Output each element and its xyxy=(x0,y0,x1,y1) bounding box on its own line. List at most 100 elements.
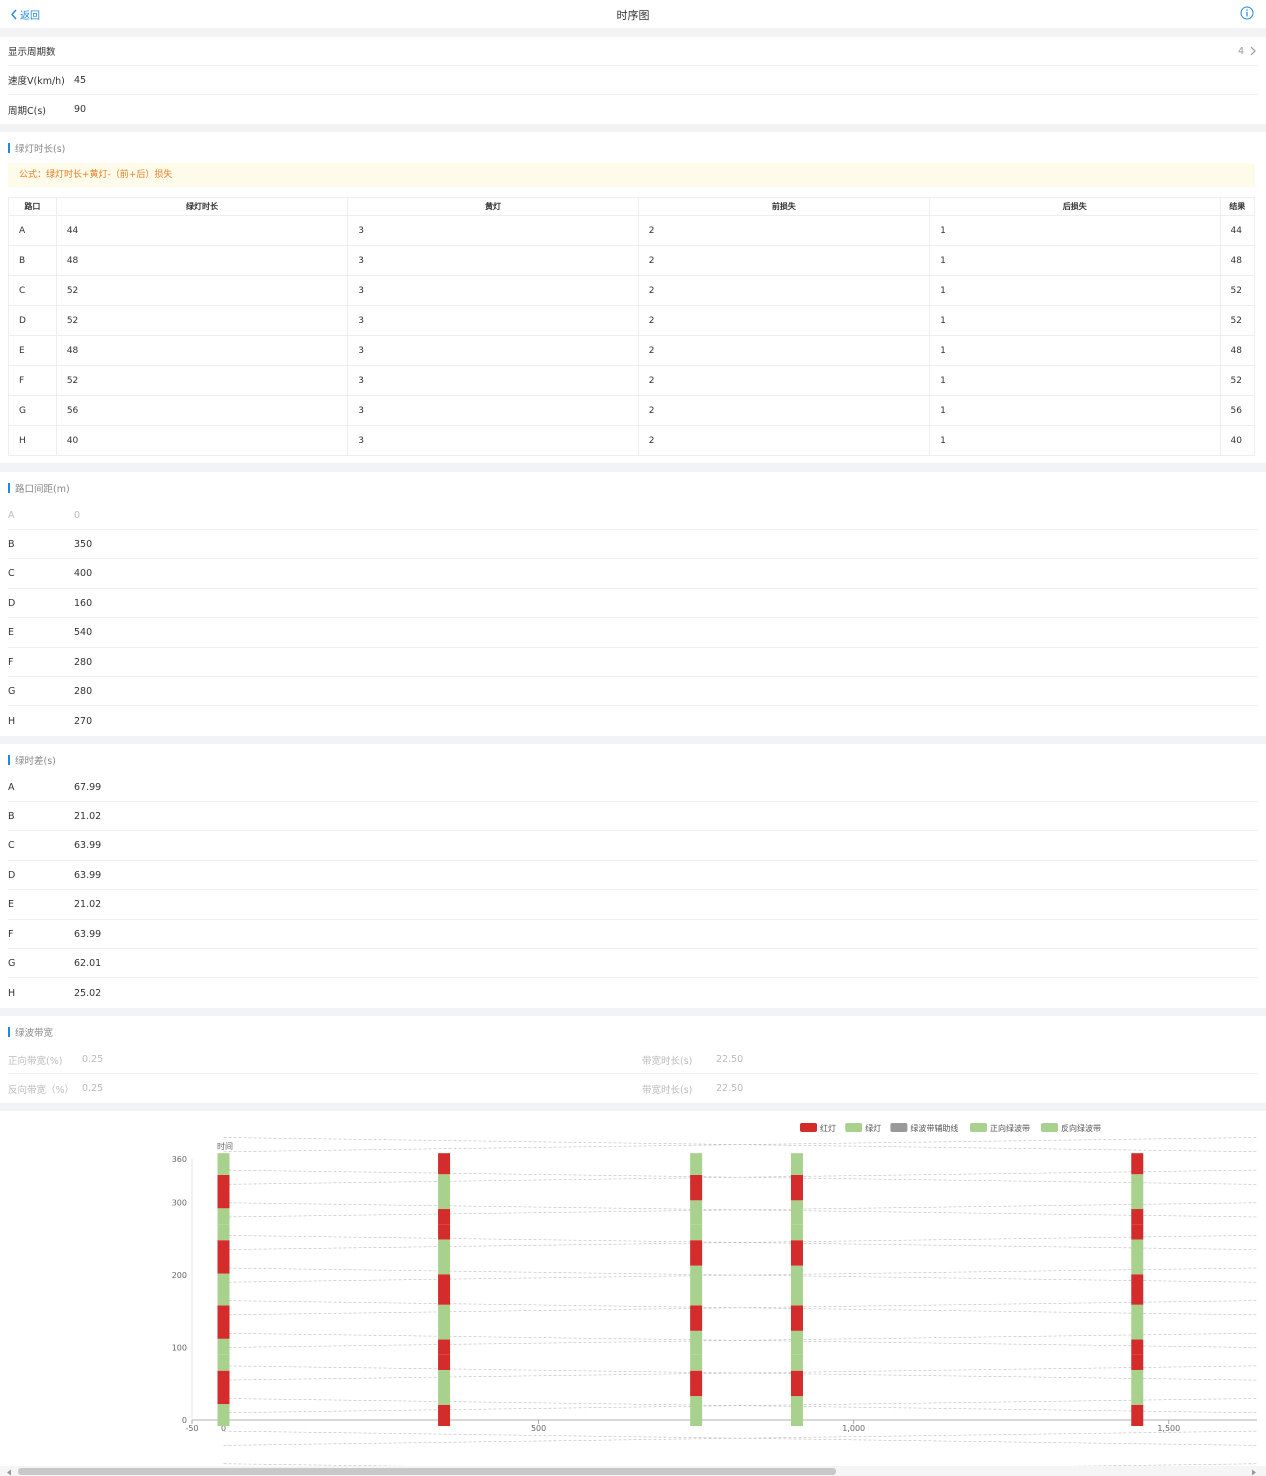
forward-bandwidth-value: 0.25 xyxy=(82,1054,104,1065)
forward-bandwidth-row: 正向带宽(%) 0.25 带宽时长(s) 22.50 xyxy=(8,1045,1258,1074)
x-tick-label: 1,500 xyxy=(1157,1424,1180,1433)
scrollbar-thumb[interactable] xyxy=(18,1468,836,1475)
green-light-segment xyxy=(217,1208,230,1225)
offset-row: G 62.01 xyxy=(8,949,1258,979)
red-light-segment xyxy=(438,1159,451,1175)
table-cell: 1 xyxy=(929,425,1221,456)
table-cell: 2 xyxy=(637,395,931,426)
table-cell: 3 xyxy=(347,305,639,336)
red-light-segment xyxy=(438,1153,451,1159)
offset-label: G xyxy=(8,957,16,969)
distance-value: 540 xyxy=(74,627,93,639)
legend-label: 红灯 xyxy=(820,1123,836,1133)
distance-value: 400 xyxy=(74,568,93,580)
distance-label: H xyxy=(8,715,16,727)
forward-duration-value: 22.50 xyxy=(716,1054,744,1065)
red-light-segment xyxy=(1131,1274,1144,1290)
table-cell: 56 xyxy=(55,395,349,426)
x-tick-label: 1,000 xyxy=(842,1424,865,1433)
table-cell: 1 xyxy=(929,245,1221,276)
red-light-segment xyxy=(217,1174,230,1209)
reverse-bandwidth-value: 0.25 xyxy=(82,1083,104,1094)
red-light-segment xyxy=(1131,1339,1144,1355)
speed-row: 速度V(km/h) 45 xyxy=(8,66,1258,95)
page-title: 时序图 xyxy=(616,9,650,22)
red-light-segment xyxy=(438,1274,451,1290)
green-light-segment xyxy=(438,1174,451,1210)
distance-value: 160 xyxy=(74,597,93,609)
green-time-section-title: 绿灯时长(s) xyxy=(8,141,65,155)
chevron-right-icon xyxy=(1250,46,1256,56)
offset-label: D xyxy=(8,869,16,881)
red-light-segment xyxy=(690,1370,703,1397)
red-light-segment xyxy=(690,1174,703,1201)
offset-value: 63.99 xyxy=(74,928,102,940)
distance-label: F xyxy=(8,656,14,668)
red-light-segment xyxy=(790,1174,803,1201)
red-light-segment xyxy=(217,1370,230,1405)
distance-row: G 280 xyxy=(8,677,1258,707)
green-light-segment xyxy=(790,1289,803,1306)
forward-bandwidth-label: 正向带宽(%) xyxy=(8,1055,63,1067)
table-cell: 1 xyxy=(929,215,1221,246)
scroll-left-arrow-icon[interactable] xyxy=(6,1468,12,1476)
scroll-right-arrow-icon[interactable] xyxy=(1251,1468,1257,1476)
speed-label: 速度V(km/h) xyxy=(8,76,65,87)
cycle-count-label: 显示周期数 xyxy=(8,47,56,58)
table-header: 结果 xyxy=(1219,197,1256,216)
green-light-segment xyxy=(217,1354,230,1371)
timing-space-chart: -50 0 500 1,000 1,5000100200300360时间红灯 绿灯 绿波带辅… xyxy=(172,1123,1258,1466)
green-light-segment xyxy=(690,1330,703,1355)
red-light-segment xyxy=(438,1289,451,1305)
table-cell: 1 xyxy=(929,335,1221,366)
green-light-segment xyxy=(690,1159,703,1175)
table-cell: 56 xyxy=(1219,395,1256,426)
table-cell: 48 xyxy=(55,335,349,366)
green-light-segment xyxy=(690,1289,703,1306)
cycle-count-row[interactable]: 显示周期数 4 xyxy=(8,37,1258,66)
distance-row: F 280 xyxy=(8,648,1258,677)
table-cell: 52 xyxy=(55,305,349,336)
legend-label: 绿灯 xyxy=(865,1123,881,1133)
distance-row: C 400 xyxy=(8,560,1258,589)
table-cell: 2 xyxy=(637,215,931,246)
red-light-segment xyxy=(438,1224,451,1240)
red-light-segment xyxy=(690,1240,703,1266)
table-cell: 40 xyxy=(1219,425,1256,456)
y-tick-label: 0 xyxy=(182,1416,187,1425)
green-light-segment xyxy=(690,1265,703,1290)
offset-card: 绿时差(s) A 67.99 B 21.02 C 63.99 D 63.99 E 21.02 F 63… xyxy=(0,744,1266,1008)
offset-row: C 63.99 xyxy=(8,832,1258,861)
offset-value: 62.01 xyxy=(74,957,102,969)
y-tick-label: 100 xyxy=(172,1344,187,1353)
green-light-segment xyxy=(438,1239,451,1275)
green-light-segment xyxy=(790,1354,803,1371)
legend-swatch xyxy=(970,1123,987,1132)
table-cell: 2 xyxy=(637,275,931,306)
green-light-segment xyxy=(790,1265,803,1290)
table-header: 绿灯时长 xyxy=(55,197,349,216)
distance-label: A xyxy=(8,509,15,521)
offset-row: A 67.99 xyxy=(8,773,1258,802)
info-button[interactable] xyxy=(1240,6,1254,23)
green-light-segment xyxy=(217,1338,230,1355)
offset-row: B 21.02 xyxy=(8,802,1258,832)
green-light-segment xyxy=(690,1153,703,1159)
table-row: F 52 3 2 1 52 xyxy=(8,365,1256,396)
offset-value: 25.02 xyxy=(74,987,102,999)
table-cell: 1 xyxy=(929,305,1221,336)
distance-value: 280 xyxy=(74,656,93,668)
green-light-segment xyxy=(217,1153,230,1159)
green-light-segment xyxy=(790,1396,803,1426)
offset-label: A xyxy=(8,781,15,793)
offset-row: F 63.99 xyxy=(8,920,1258,949)
distance-label: D xyxy=(8,597,16,609)
cycle-label: 周期C(s) xyxy=(8,105,46,117)
table-cell: 52 xyxy=(55,365,349,396)
green-light-segment xyxy=(217,1289,230,1306)
red-light-segment xyxy=(438,1404,451,1426)
legend-swatch xyxy=(1041,1123,1058,1132)
red-light-segment xyxy=(1131,1354,1144,1370)
legend-label: 绿波带辅助线 xyxy=(910,1123,958,1133)
y-tick-label: 200 xyxy=(172,1271,187,1280)
